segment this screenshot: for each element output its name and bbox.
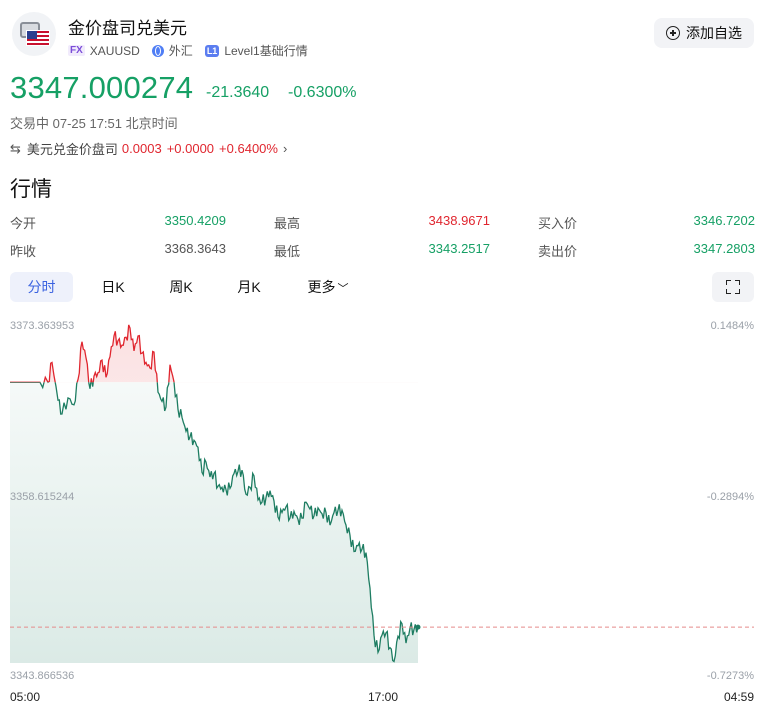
chart-period-tabs: 分时 日K 周K 月K 更多 ﹀ [10,272,755,302]
swap-icon: ⇆ [10,140,21,156]
tab-intraday[interactable]: 分时 [10,272,73,302]
expand-icon [735,289,740,294]
last-price: 3347.000274 [10,70,194,105]
chevron-right-icon: › [282,141,288,156]
y-label-left-bottom: 3343.866536 [10,670,74,682]
market-name: 外汇 [168,44,193,58]
stat-label-ask: 卖出价 [538,244,578,259]
us-flag-icon [26,30,50,46]
tab-weekly[interactable]: 周K [158,272,204,302]
instrument-logo [12,12,56,56]
inverse-pair-label: 美元兑金价盘司 [26,142,118,157]
stat-value-high: 3438.9671 [428,213,490,228]
price-change-percent: -0.6300% [288,84,357,101]
stat-value-prev-close: 3368.3643 [164,241,226,256]
stat-label-high: 最高 [274,216,301,231]
tab-monthly[interactable]: 月K [226,272,272,302]
inverse-pair-link[interactable]: ⇆ 美元兑金价盘司 0.0003 +0.0000 +0.6400% › [10,139,287,158]
x-label-end: 04:59 [724,690,754,704]
stat-value-ask: 3347.2803 [693,241,755,256]
stat-value-bid: 3346.7202 [693,213,755,228]
trading-status: 交易中 07-25 17:51 北京时间 [10,116,178,131]
x-label-mid: 17:00 [368,690,398,704]
quote-stats-table: 今开 3350.4209 最高 3438.9671 买入价 3346.7202 … [10,210,755,266]
tab-more-label: 更多 [307,279,336,295]
plus-circle-icon [666,26,680,40]
chevron-down-icon: ﹀ [337,283,349,295]
y-label-left-top: 3373.363953 [10,320,74,332]
stat-value-low: 3343.2517 [428,241,490,256]
expand-icon [726,289,731,294]
instrument-title: 金价盘司兑美元 [68,19,187,38]
price-change: -21.3640 [206,84,270,101]
stats-row: 昨收 3368.3643 最低 3343.2517 卖出价 3347.2803 [10,238,755,266]
last-price-dot [415,624,421,630]
add-watchlist-label: 添加自选 [686,25,742,41]
level-text: Level1基础行情 [224,44,308,58]
market-section-title: 行情 [10,178,52,201]
y-label-right-top: 0.1484% [711,320,755,332]
y-label-right-mid: -0.2894% [707,491,754,503]
add-watchlist-button[interactable]: 添加自选 [654,18,754,48]
instrument-header: 金价盘司兑美元 FX XAUUSD 外汇 L1 Level1基础行情 [10,12,755,62]
expand-icon [735,280,740,285]
stats-row: 今开 3350.4209 最高 3438.9671 买入价 3346.7202 [10,210,755,238]
stat-label-low: 最低 [274,244,301,259]
globe-icon [151,44,164,57]
fx-tag: FX [68,45,85,56]
intraday-chart[interactable]: 3373.363953 3358.615244 3343.866536 0.14… [0,312,765,711]
y-label-right-bottom: -0.7273% [707,670,754,682]
stat-value-open: 3350.4209 [164,213,226,228]
tab-more[interactable]: 更多 ﹀ [300,272,356,302]
tab-daily[interactable]: 日K [90,272,136,302]
expand-icon [726,280,731,285]
instrument-meta: FX XAUUSD 外汇 L1 Level1基础行情 [68,42,308,59]
inverse-pair-price: 0.0003 [121,141,162,156]
stat-label-prev-close: 昨收 [10,244,37,259]
stat-label-bid: 买入价 [538,216,578,231]
inverse-pair-percent: +0.6400% [219,141,278,156]
x-label-start: 05:00 [10,690,40,704]
symbol-code: XAUUSD [89,43,140,58]
fullscreen-button[interactable] [712,272,754,302]
stat-label-open: 今开 [10,216,37,231]
y-label-left-mid: 3358.615244 [10,491,74,503]
level-tag: L1 [204,44,220,57]
inverse-pair-change: +0.0000 [166,141,215,156]
